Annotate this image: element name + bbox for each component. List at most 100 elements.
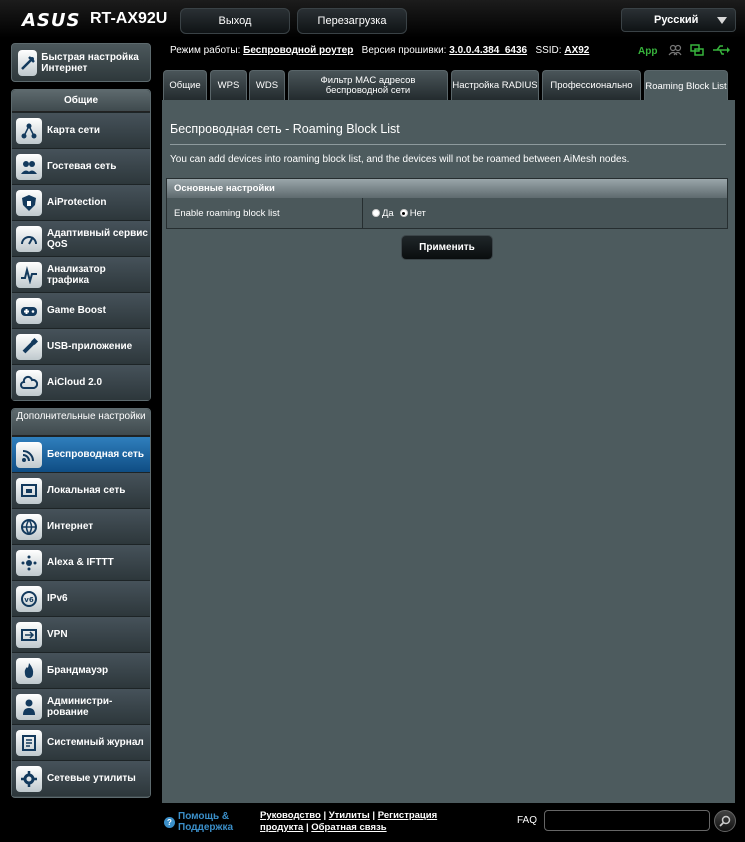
quick-setup-label: Быстрая настройка Интернет xyxy=(41,51,139,74)
syslog-icon xyxy=(16,729,42,756)
ssid-link[interactable]: AX92 xyxy=(564,45,589,56)
admin-icon xyxy=(16,693,42,720)
quick-setup-button[interactable]: Быстрая настройка Интернет xyxy=(11,43,151,82)
help-support-link[interactable]: ? Помощь & Поддержка xyxy=(164,811,238,833)
top-header: ASUS RT-AX92U Выход Перезагрузка Русский xyxy=(0,0,745,38)
logout-button[interactable]: Выход xyxy=(180,8,290,34)
sidebar-item-label: IPv6 xyxy=(47,593,68,604)
page-description: You can add devices into roaming block l… xyxy=(170,154,630,165)
sidebar-item-syslog[interactable]: Системный журнал xyxy=(12,724,150,760)
footer-links: Руководство | Утилиты | Регистрация прод… xyxy=(260,810,438,833)
wizard-icon xyxy=(18,49,38,76)
network-status-icon[interactable] xyxy=(690,44,704,56)
usb-icon xyxy=(16,333,42,360)
setting-options: Да Нет xyxy=(363,198,727,228)
firmware-label: Версия прошивки: xyxy=(361,45,447,56)
manual-link[interactable]: Руководство xyxy=(260,810,321,821)
sidebar-item-label: Анализатор трафика xyxy=(47,263,106,286)
sidebar-item-usb[interactable]: USB-приложение xyxy=(12,328,150,364)
sidebar-item-aiprotection[interactable]: AiProtection xyxy=(12,184,150,220)
gamepad-icon xyxy=(16,297,42,324)
main-panel: Беспроводная сеть - Roaming Block List Y… xyxy=(162,100,735,803)
sidebar-item-network-tools[interactable]: Сетевые утилиты xyxy=(12,760,150,796)
sidebar-item-traffic-analyzer[interactable]: Анализатор трафика xyxy=(12,256,150,292)
cloud-icon xyxy=(16,369,42,396)
traffic-analyzer-icon xyxy=(16,261,42,288)
table-row: Enable roaming block list Да Нет xyxy=(167,198,727,228)
network-map-icon xyxy=(16,117,42,144)
general-nav: Общие Карта сети Гостевая сеть AiProtect… xyxy=(11,89,151,401)
utilities-link[interactable]: Утилиты xyxy=(329,810,370,821)
help-icon: ? xyxy=(164,816,175,828)
aiprotection-icon xyxy=(16,189,42,216)
tab-wds[interactable]: WDS xyxy=(249,70,285,100)
sidebar-item-firewall[interactable]: Брандмауэр xyxy=(12,652,150,688)
general-header: Общие xyxy=(12,90,150,112)
sidebar-item-lan[interactable]: Локальная сеть xyxy=(12,472,150,508)
mode-link[interactable]: Беспроводной роутер xyxy=(243,45,353,56)
tab-general[interactable]: Общие xyxy=(163,70,207,100)
sidebar-item-ipv6[interactable]: v6 IPv6 xyxy=(12,580,150,616)
sidebar-item-label: Alexa & IFTTT xyxy=(47,557,114,568)
radio-yes[interactable] xyxy=(372,209,380,217)
sidebar-item-label: Адаптивный сервис QoS xyxy=(47,227,148,250)
lan-icon xyxy=(16,477,42,504)
section-header: Основные настройки xyxy=(167,179,727,198)
sidebar-item-label: Брандмауэр xyxy=(47,665,109,676)
tools-icon xyxy=(16,765,42,792)
sidebar-item-qos[interactable]: Адаптивный сервис QoS xyxy=(12,220,150,256)
radio-no[interactable] xyxy=(399,209,408,217)
tab-wps[interactable]: WPS xyxy=(210,70,247,100)
feedback-link[interactable]: Обратная связь xyxy=(311,822,386,833)
sidebar-item-alexa[interactable]: Alexa & IFTTT xyxy=(12,544,150,580)
help-label: Помощь & Поддержка xyxy=(178,811,234,833)
sidebar-item-label: USB-приложение xyxy=(47,341,133,352)
settings-table: Основные настройки Enable roaming block … xyxy=(166,178,728,229)
firmware-link[interactable]: 3.0.0.4.384_6436 xyxy=(449,45,527,56)
sidebar-item-aicloud[interactable]: AiCloud 2.0 xyxy=(12,364,150,400)
sidebar-item-game-boost[interactable]: Game Boost xyxy=(12,292,150,328)
sidebar-item-label: Администри-рование xyxy=(47,695,113,718)
search-button[interactable] xyxy=(714,810,736,832)
sidebar-item-label: Сетевые утилиты xyxy=(47,773,136,784)
radio-no-label[interactable]: Нет xyxy=(410,208,426,219)
tab-professional[interactable]: Профессионально xyxy=(542,70,641,100)
sidebar-item-guest-network[interactable]: Гостевая сеть xyxy=(12,148,150,184)
radio-yes-label[interactable]: Да xyxy=(382,208,394,219)
tab-mac-filter[interactable]: Фильтр MAC адресов беспроводной сети xyxy=(288,70,448,100)
faq-label: FAQ xyxy=(517,815,538,826)
sidebar-item-wireless[interactable]: Беспроводная сеть xyxy=(12,436,150,472)
app-link[interactable]: App xyxy=(638,46,657,57)
language-select[interactable]: Русский xyxy=(621,8,736,32)
language-value: Русский xyxy=(654,14,699,26)
faq-search-input[interactable] xyxy=(544,810,710,831)
search-icon xyxy=(719,815,731,827)
mode-label: Режим работы: xyxy=(170,45,241,56)
sidebar-item-label: Локальная сеть xyxy=(47,485,126,496)
chevron-down-icon xyxy=(717,17,727,24)
ssid-label: SSID: xyxy=(535,45,562,56)
apply-button[interactable]: Применить xyxy=(401,235,493,260)
tab-radius[interactable]: Настройка RADIUS xyxy=(451,70,539,100)
guest-network-icon xyxy=(16,153,42,180)
sidebar-item-label: Game Boost xyxy=(47,305,106,316)
sidebar-item-label: AiProtection xyxy=(47,197,107,208)
globe-icon xyxy=(16,513,42,540)
alexa-icon xyxy=(16,549,42,576)
model-name: RT-AX92U xyxy=(90,10,168,27)
tab-roaming-block-list[interactable]: Roaming Block List xyxy=(644,70,728,102)
sidebar-item-label: VPN xyxy=(47,629,68,640)
sidebar-item-network-map[interactable]: Карта сети xyxy=(12,112,150,148)
sidebar-item-vpn[interactable]: VPN xyxy=(12,616,150,652)
clients-icon[interactable] xyxy=(668,44,682,56)
status-bar: Режим работы: Беспроводной роутер Версия… xyxy=(170,45,589,56)
sidebar-item-internet[interactable]: Интернет xyxy=(12,508,150,544)
reboot-button[interactable]: Перезагрузка xyxy=(297,8,407,34)
page-title: Беспроводная сеть - Roaming Block List xyxy=(170,122,400,136)
usb-status-icon[interactable] xyxy=(712,44,730,56)
vpn-icon xyxy=(16,621,42,648)
sidebar-item-label: Беспроводная сеть xyxy=(47,449,145,460)
sidebar-item-administration[interactable]: Администри-рование xyxy=(12,688,150,724)
wireless-icon xyxy=(16,441,42,468)
ipv6-icon: v6 xyxy=(16,585,42,612)
